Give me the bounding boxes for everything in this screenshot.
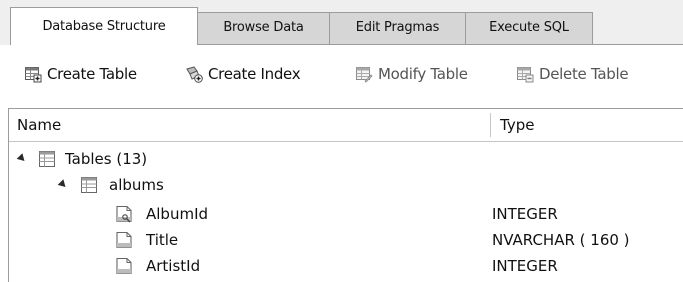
tree-row-label: ArtistId (146, 257, 201, 275)
field-icon (116, 257, 132, 275)
tree-row-artistid[interactable]: ArtistId INTEGER (9, 253, 683, 279)
field-icon (116, 231, 132, 249)
tab-strip: Database Structure Browse Data Edit Prag… (0, 0, 683, 45)
delete-table-label: Delete Table (539, 65, 629, 83)
expand-arrow-icon[interactable] (16, 153, 28, 164)
tab-database-structure[interactable]: Database Structure (10, 7, 198, 45)
create-index-label: Create Index (208, 65, 301, 83)
modify-table-label: Modify Table (378, 65, 468, 83)
primary-key-field-icon (116, 205, 132, 223)
tree-row-albums[interactable]: albums (9, 172, 683, 198)
expand-arrow-icon[interactable] (57, 179, 69, 190)
column-header-name[interactable]: Name (17, 109, 61, 141)
tab-edit-pragmas[interactable]: Edit Pragmas (329, 12, 466, 44)
table-list-icon (39, 151, 55, 167)
tree-row-label: Title (146, 231, 179, 249)
tab-execute-sql[interactable]: Execute SQL (465, 12, 593, 44)
delete-table-button[interactable]: Delete Table (516, 62, 629, 86)
schema-tree[interactable]: Name Type Tables (13) albums AlbumId INT… (8, 108, 683, 282)
delete-table-icon (517, 67, 534, 83)
tree-row-type: NVARCHAR ( 160 ) (492, 231, 630, 249)
tree-row-label: AlbumId (146, 205, 209, 223)
table-icon (81, 177, 97, 193)
tree-row-type: INTEGER (492, 205, 558, 223)
tab-browse-data[interactable]: Browse Data (197, 12, 330, 44)
column-separator[interactable] (490, 113, 491, 137)
tree-row-label: Tables (13) (65, 150, 148, 168)
tree-row-type: INTEGER (492, 257, 558, 275)
create-table-icon (25, 67, 42, 83)
tree-header: Name Type (9, 109, 683, 142)
tree-row-label: albums (109, 176, 164, 194)
create-index-icon (186, 66, 203, 83)
tree-row-title[interactable]: Title NVARCHAR ( 160 ) (9, 227, 683, 253)
tree-row-albumid[interactable]: AlbumId INTEGER (9, 201, 683, 227)
toolbar: Create Table Create Index Modify Table D… (0, 45, 683, 107)
modify-table-button[interactable]: Modify Table (355, 62, 468, 86)
column-header-type[interactable]: Type (500, 109, 534, 141)
create-table-label: Create Table (47, 65, 137, 83)
create-index-button[interactable]: Create Index (185, 62, 301, 86)
modify-table-icon (356, 67, 373, 83)
tree-row-tables[interactable]: Tables (13) (9, 146, 683, 172)
create-table-button[interactable]: Create Table (24, 62, 137, 86)
